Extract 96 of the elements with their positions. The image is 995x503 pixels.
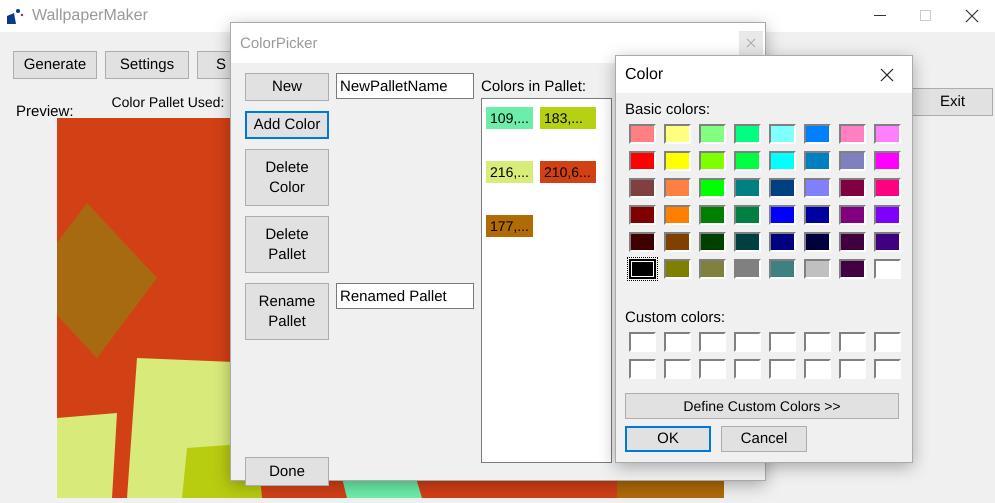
color-swatch[interactable] bbox=[664, 151, 691, 171]
color-swatch[interactable] bbox=[734, 178, 761, 198]
color-swatch[interactable] bbox=[629, 232, 656, 252]
color-swatch[interactable] bbox=[629, 259, 656, 279]
custom-color-swatch[interactable] bbox=[699, 359, 726, 379]
toolbar-button[interactable]: Settings bbox=[105, 51, 189, 79]
custom-color-swatch[interactable] bbox=[699, 332, 726, 352]
color-list[interactable]: 109,... 183,... 216,... 210,6... 177,... bbox=[481, 98, 612, 463]
custom-color-swatch[interactable] bbox=[804, 359, 831, 379]
color-chip[interactable]: 210,6... bbox=[540, 161, 596, 183]
color-swatch[interactable] bbox=[804, 205, 831, 225]
color-swatch[interactable] bbox=[734, 205, 761, 225]
color-chip[interactable]: 177,... bbox=[486, 215, 533, 237]
close-icon[interactable] bbox=[880, 68, 894, 82]
rename-field[interactable]: Renamed Pallet bbox=[336, 283, 474, 309]
color-swatch[interactable] bbox=[664, 178, 691, 198]
custom-color-swatch[interactable] bbox=[629, 332, 656, 352]
custom-color-swatch[interactable] bbox=[769, 332, 796, 352]
color-swatch[interactable] bbox=[804, 124, 831, 144]
delete-color-button[interactable]: Delete Color bbox=[245, 149, 329, 206]
color-swatch[interactable] bbox=[804, 178, 831, 198]
custom-color-swatch[interactable] bbox=[839, 359, 866, 379]
color-swatch[interactable] bbox=[734, 232, 761, 252]
custom-color-swatch[interactable] bbox=[804, 332, 831, 352]
custom-color-swatch[interactable] bbox=[664, 332, 691, 352]
custom-color-swatch[interactable] bbox=[734, 332, 761, 352]
color-swatch[interactable] bbox=[629, 124, 656, 144]
color-swatch[interactable] bbox=[734, 151, 761, 171]
color-swatch[interactable] bbox=[839, 151, 866, 171]
custom-color-swatch[interactable] bbox=[769, 359, 796, 379]
pallet-label: Color Pallet Used: bbox=[112, 94, 224, 110]
color-swatch[interactable] bbox=[699, 205, 726, 225]
color-swatch[interactable] bbox=[769, 259, 796, 279]
color-chip[interactable]: 109,... bbox=[486, 107, 533, 129]
color-swatch[interactable] bbox=[699, 124, 726, 144]
color-swatch[interactable] bbox=[874, 151, 901, 171]
color-swatch[interactable] bbox=[664, 259, 691, 279]
custom-color-swatch[interactable] bbox=[874, 332, 901, 352]
basic-colors-label: Basic colors: bbox=[625, 101, 712, 118]
color-swatch[interactable] bbox=[629, 151, 656, 171]
dialog-title: Color bbox=[625, 66, 664, 84]
color-swatch[interactable] bbox=[804, 151, 831, 171]
color-swatch[interactable] bbox=[769, 151, 796, 171]
color-swatch[interactable] bbox=[769, 205, 796, 225]
color-swatch[interactable] bbox=[699, 232, 726, 252]
color-swatch[interactable] bbox=[734, 124, 761, 144]
color-swatch[interactable] bbox=[839, 178, 866, 198]
custom-color-swatch[interactable] bbox=[839, 332, 866, 352]
close-icon[interactable] bbox=[965, 9, 979, 23]
color-swatch[interactable] bbox=[664, 205, 691, 225]
color-swatch[interactable] bbox=[699, 151, 726, 171]
color-swatch[interactable] bbox=[769, 178, 796, 198]
define-custom-colors-button[interactable]: Define Custom Colors >> bbox=[625, 393, 899, 419]
custom-color-swatch[interactable] bbox=[874, 359, 901, 379]
app-logo-icon bbox=[6, 7, 24, 25]
color-swatch[interactable] bbox=[839, 259, 866, 279]
color-swatch[interactable] bbox=[664, 124, 691, 144]
color-swatch[interactable] bbox=[874, 178, 901, 198]
color-swatch[interactable] bbox=[874, 124, 901, 144]
color-swatch[interactable] bbox=[839, 205, 866, 225]
color-chip[interactable]: 183,... bbox=[540, 107, 596, 129]
colors-label: Colors in Pallet: bbox=[481, 78, 588, 95]
preview-label: Preview: bbox=[16, 103, 74, 120]
ok-button[interactable]: OK bbox=[625, 426, 711, 452]
pallet-name-field[interactable]: NewPalletName bbox=[336, 73, 474, 99]
color-swatch[interactable] bbox=[804, 259, 831, 279]
color-swatch[interactable] bbox=[874, 259, 901, 279]
color-swatch[interactable] bbox=[874, 232, 901, 252]
custom-color-swatch[interactable] bbox=[734, 359, 761, 379]
color-swatch[interactable] bbox=[629, 178, 656, 198]
color-swatch[interactable] bbox=[874, 205, 901, 225]
color-swatch[interactable] bbox=[804, 232, 831, 252]
cancel-button[interactable]: Cancel bbox=[721, 426, 807, 452]
color-swatch[interactable] bbox=[839, 124, 866, 144]
new-button[interactable]: New bbox=[245, 73, 329, 101]
delete-pallet-button[interactable]: Delete Pallet bbox=[245, 216, 329, 273]
custom-color-swatch[interactable] bbox=[664, 359, 691, 379]
toolbar-button[interactable]: Generate bbox=[13, 51, 97, 79]
color-swatch[interactable] bbox=[664, 232, 691, 252]
minimize-icon[interactable] bbox=[874, 15, 886, 17]
color-swatch[interactable] bbox=[769, 232, 796, 252]
color-swatch[interactable] bbox=[699, 259, 726, 279]
rename-pallet-button[interactable]: Rename Pallet bbox=[245, 283, 329, 340]
color-chip[interactable]: 216,... bbox=[486, 161, 533, 183]
color-swatch[interactable] bbox=[839, 232, 866, 252]
color-swatch[interactable] bbox=[769, 124, 796, 144]
window-title: WallpaperMaker bbox=[32, 7, 148, 25]
done-button[interactable]: Done bbox=[245, 457, 329, 486]
color-swatch[interactable] bbox=[734, 259, 761, 279]
exit-button[interactable]: Exit bbox=[912, 88, 993, 116]
color-swatch[interactable] bbox=[629, 205, 656, 225]
add-color-button[interactable]: Add Color bbox=[245, 111, 329, 139]
custom-colors-label: Custom colors: bbox=[625, 309, 726, 326]
dialog-title: ColorPicker bbox=[240, 34, 318, 52]
color-swatch[interactable] bbox=[699, 178, 726, 198]
custom-color-swatch[interactable] bbox=[629, 359, 656, 379]
